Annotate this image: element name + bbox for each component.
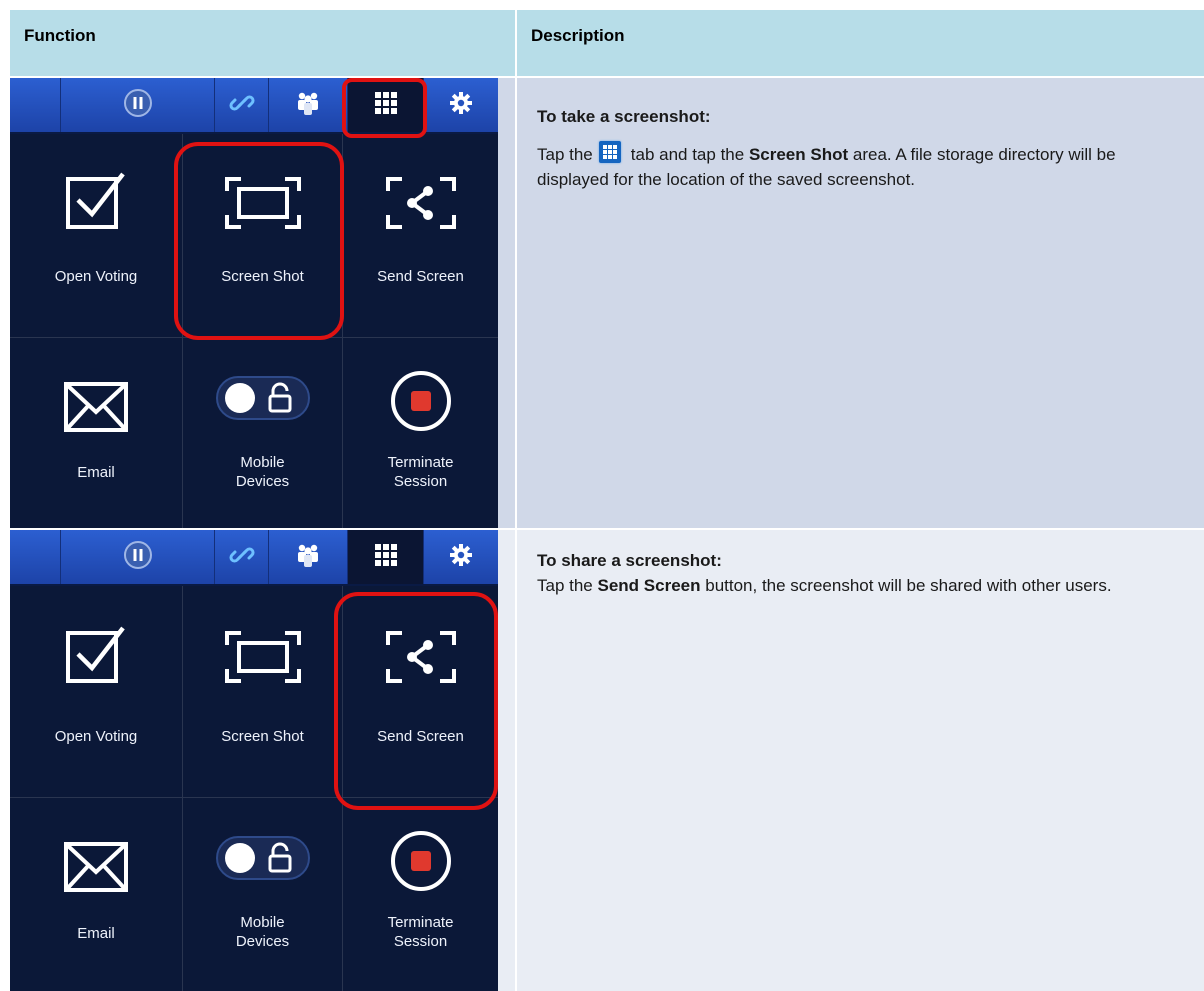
terminate-label-line1: Terminate — [387, 454, 454, 471]
share-heading: To share a screenshot: — [537, 551, 722, 570]
share-instructions: Tap the Send Screen button, the screensh… — [537, 573, 1190, 598]
app-screenshot: Open Voting Screen Shot Send Screen Emai… — [10, 530, 498, 991]
share-text-2: button, the screenshot will be shared wi… — [705, 576, 1112, 595]
open-voting-tile[interactable]: Open Voting — [10, 134, 183, 338]
email-label: Email — [77, 464, 115, 481]
tab-bar — [10, 530, 498, 586]
people-icon — [294, 89, 322, 122]
mobile-devices-label: Mobile Devices — [183, 453, 342, 491]
envelope-icon — [64, 842, 128, 897]
open-voting-label: Open Voting — [54, 268, 138, 285]
screen-shot-tile[interactable]: Screen Shot — [183, 586, 343, 798]
tab-pause[interactable] — [60, 78, 214, 132]
mobile-devices-label-line1: Mobile — [240, 454, 285, 471]
send-screen-label: Send Screen — [377, 268, 464, 285]
terminate-label-line1: Terminate — [387, 914, 454, 931]
tab-people[interactable] — [268, 78, 347, 132]
header-function: Function — [10, 10, 515, 76]
function-cell: Open Voting Screen Shot Send Screen Emai… — [10, 530, 515, 991]
instruction-text-1: Tap the — [537, 145, 593, 164]
checkbox-icon — [65, 624, 127, 691]
tab-pause[interactable] — [60, 530, 214, 584]
terminate-session-label: Terminate Session — [343, 453, 498, 491]
send-screen-highlight — [334, 592, 498, 810]
mobile-devices-label: Mobile Devices — [183, 913, 342, 951]
people-icon — [294, 541, 322, 574]
tab-link[interactable] — [214, 78, 268, 132]
mobile-devices-label-line2: Devices — [235, 933, 290, 950]
mobile-devices-label-line2: Devices — [235, 473, 290, 490]
toggle-lock-icon — [215, 836, 310, 885]
checkbox-icon — [65, 170, 127, 237]
grid-icon — [374, 543, 397, 571]
description-cell: To take a screenshot: Tap the tab and tap… — [517, 78, 1204, 528]
terminate-session-label: Terminate Session — [343, 913, 498, 951]
terminate-session-tile[interactable]: Terminate Session — [343, 338, 498, 528]
gear-icon — [449, 91, 473, 120]
email-tile[interactable]: Email — [10, 798, 183, 991]
open-voting-tile[interactable]: Open Voting — [10, 586, 183, 798]
send-screen-term: Send Screen — [597, 576, 701, 595]
stop-icon — [390, 830, 452, 897]
function-cell: Open Voting Screen Shot Send Screen Emai… — [10, 78, 515, 528]
mobile-devices-tile[interactable]: Mobile Devices — [183, 338, 343, 528]
app-screenshot: Open Voting Screen Shot Send Screen Emai… — [10, 78, 498, 528]
tab-link[interactable] — [214, 530, 268, 584]
send-screen-tile[interactable]: Send Screen — [343, 134, 498, 338]
grid-tab-highlight — [342, 78, 427, 138]
share-text-1: Tap the — [537, 576, 593, 595]
table-row: Open Voting Screen Shot Send Screen Emai… — [10, 78, 1204, 528]
envelope-icon — [64, 382, 128, 437]
tab-empty[interactable] — [10, 78, 60, 132]
link-icon — [228, 542, 255, 573]
link-icon — [228, 90, 255, 121]
terminate-label-line2: Session — [393, 473, 448, 490]
description-cell: To share a screenshot: Tap the Send Scre… — [517, 530, 1204, 991]
screen-shot-label: Screen Shot — [221, 728, 304, 745]
table-header-row: Function Description — [10, 10, 1204, 76]
pause-icon — [123, 540, 153, 575]
screenshot-heading: To take a screenshot: — [537, 107, 711, 126]
grid-icon — [598, 141, 621, 163]
instruction-text-2: tab and tap the — [630, 145, 745, 164]
mobile-devices-label-line1: Mobile — [240, 914, 285, 931]
screen-shot-highlight — [174, 142, 344, 340]
terminate-label-line2: Session — [393, 933, 448, 950]
table-row: Open Voting Screen Shot Send Screen Emai… — [10, 530, 1204, 991]
screenshot-instructions: Tap the tab and tap the Screen Shot area.… — [537, 141, 1190, 192]
mobile-devices-tile[interactable]: Mobile Devices — [183, 798, 343, 991]
screen-shot-term: Screen Shot — [748, 145, 849, 164]
pause-icon — [123, 88, 153, 123]
share-screen-icon — [385, 177, 456, 234]
email-label: Email — [77, 925, 115, 942]
toggle-lock-icon — [215, 376, 310, 425]
terminate-session-tile[interactable]: Terminate Session — [343, 798, 498, 991]
tab-grid[interactable] — [347, 530, 423, 584]
screenshot-icon — [224, 631, 301, 688]
tab-settings[interactable] — [423, 78, 498, 132]
tab-people[interactable] — [268, 530, 347, 584]
tab-settings[interactable] — [423, 530, 498, 584]
open-voting-label: Open Voting — [54, 728, 138, 745]
tab-empty[interactable] — [10, 530, 60, 584]
function-table: Function Description Open Voting Screen … — [10, 10, 1204, 991]
header-description: Description — [517, 10, 1204, 76]
gear-icon — [449, 543, 473, 572]
email-tile[interactable]: Email — [10, 338, 183, 528]
stop-icon — [390, 370, 452, 437]
